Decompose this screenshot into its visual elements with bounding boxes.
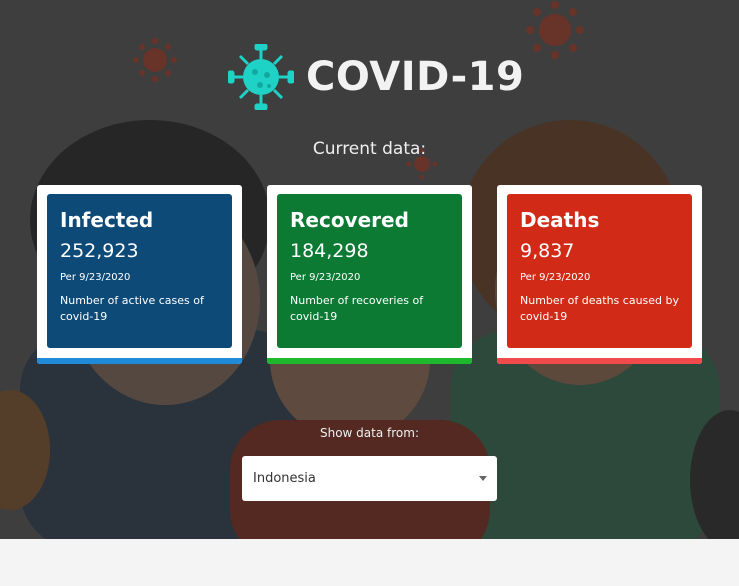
- card-date: Per 9/23/2020: [290, 272, 361, 283]
- country-select-value: Indonesia: [253, 471, 316, 486]
- card-value: 252,923: [60, 240, 139, 262]
- brand-header: COVID-19: [228, 44, 524, 110]
- card-description: Number of active cases of covid-19: [60, 294, 204, 323]
- country-select[interactable]: Indonesia: [242, 456, 497, 501]
- card-accent-bar: [497, 358, 702, 364]
- card-accent-bar: [267, 358, 472, 364]
- card-description: Number of recoveries of covid-19: [290, 294, 424, 323]
- deaths-card-body: Deaths 9,837 Per 9/23/2020 Number of dea…: [507, 194, 692, 348]
- infected-card-body: Infected 252,923 Per 9/23/2020 Number of…: [47, 194, 232, 348]
- recovered-card: Recovered 184,298 Per 9/23/2020 Number o…: [267, 185, 472, 364]
- card-accent-bar: [37, 358, 242, 364]
- card-title: Infected: [60, 208, 154, 232]
- card-description: Number of deaths caused by covid-19: [520, 294, 680, 323]
- deaths-card: Deaths 9,837 Per 9/23/2020 Number of dea…: [497, 185, 702, 364]
- card-date: Per 9/23/2020: [520, 272, 591, 283]
- app-title: COVID-19: [306, 54, 525, 100]
- card-value: 9,837: [520, 240, 575, 262]
- card-title: Recovered: [290, 208, 409, 232]
- card-value: 184,298: [290, 240, 369, 262]
- recovered-card-body: Recovered 184,298 Per 9/23/2020 Number o…: [277, 194, 462, 348]
- infected-card: Infected 252,923 Per 9/23/2020 Number of…: [37, 185, 242, 364]
- card-date: Per 9/23/2020: [60, 272, 131, 283]
- page-footer-area: [0, 539, 739, 586]
- card-title: Deaths: [520, 208, 600, 232]
- chevron-down-icon[interactable]: [479, 476, 487, 481]
- hero-section: COVID-19 Current data: Infected 252,923 …: [0, 0, 739, 539]
- virus-icon: [228, 44, 294, 110]
- current-data-heading: Current data:: [312, 139, 427, 159]
- country-select-label: Show data from:: [319, 426, 419, 440]
